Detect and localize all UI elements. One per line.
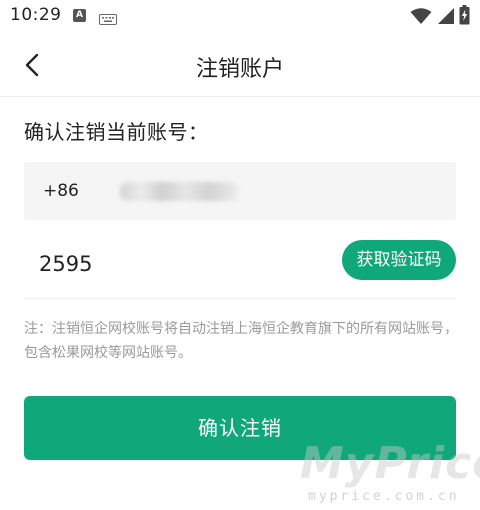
cancellation-note: 注：注销恒企网校账号将自动注销上海恒企教育旗下的所有网站账号，包含松果网校等网站…	[24, 321, 458, 361]
keyboard-icon	[99, 10, 117, 25]
phone-number-field: +86	[24, 162, 456, 220]
verification-code-input[interactable]	[39, 248, 319, 280]
status-bar: 10:29 A	[0, 0, 480, 34]
verification-code-row: 获取验证码	[24, 234, 456, 299]
section-label: 确认注销当前账号：	[24, 120, 209, 144]
confirm-cancel-button[interactable]: 确认注销	[24, 396, 456, 460]
phone-country-code: +86	[43, 181, 79, 201]
nav-bar: 注销账户	[0, 34, 480, 97]
redacted-phone-number	[120, 182, 238, 201]
watermark-url: myprice.com.cn	[308, 489, 460, 504]
cell-signal-icon	[437, 7, 455, 25]
status-time: 10:29	[10, 5, 62, 25]
a-notification-icon: A	[73, 9, 86, 22]
page-title: 注销账户	[195, 57, 284, 82]
cancel-account-screen: 10:29 A 注销账户 确认注销当前账号： +86 2595 获取验证码 注：…	[0, 0, 480, 510]
battery-charging-icon	[459, 5, 470, 25]
wifi-icon	[410, 8, 432, 25]
get-code-button[interactable]: 获取验证码	[342, 240, 456, 280]
